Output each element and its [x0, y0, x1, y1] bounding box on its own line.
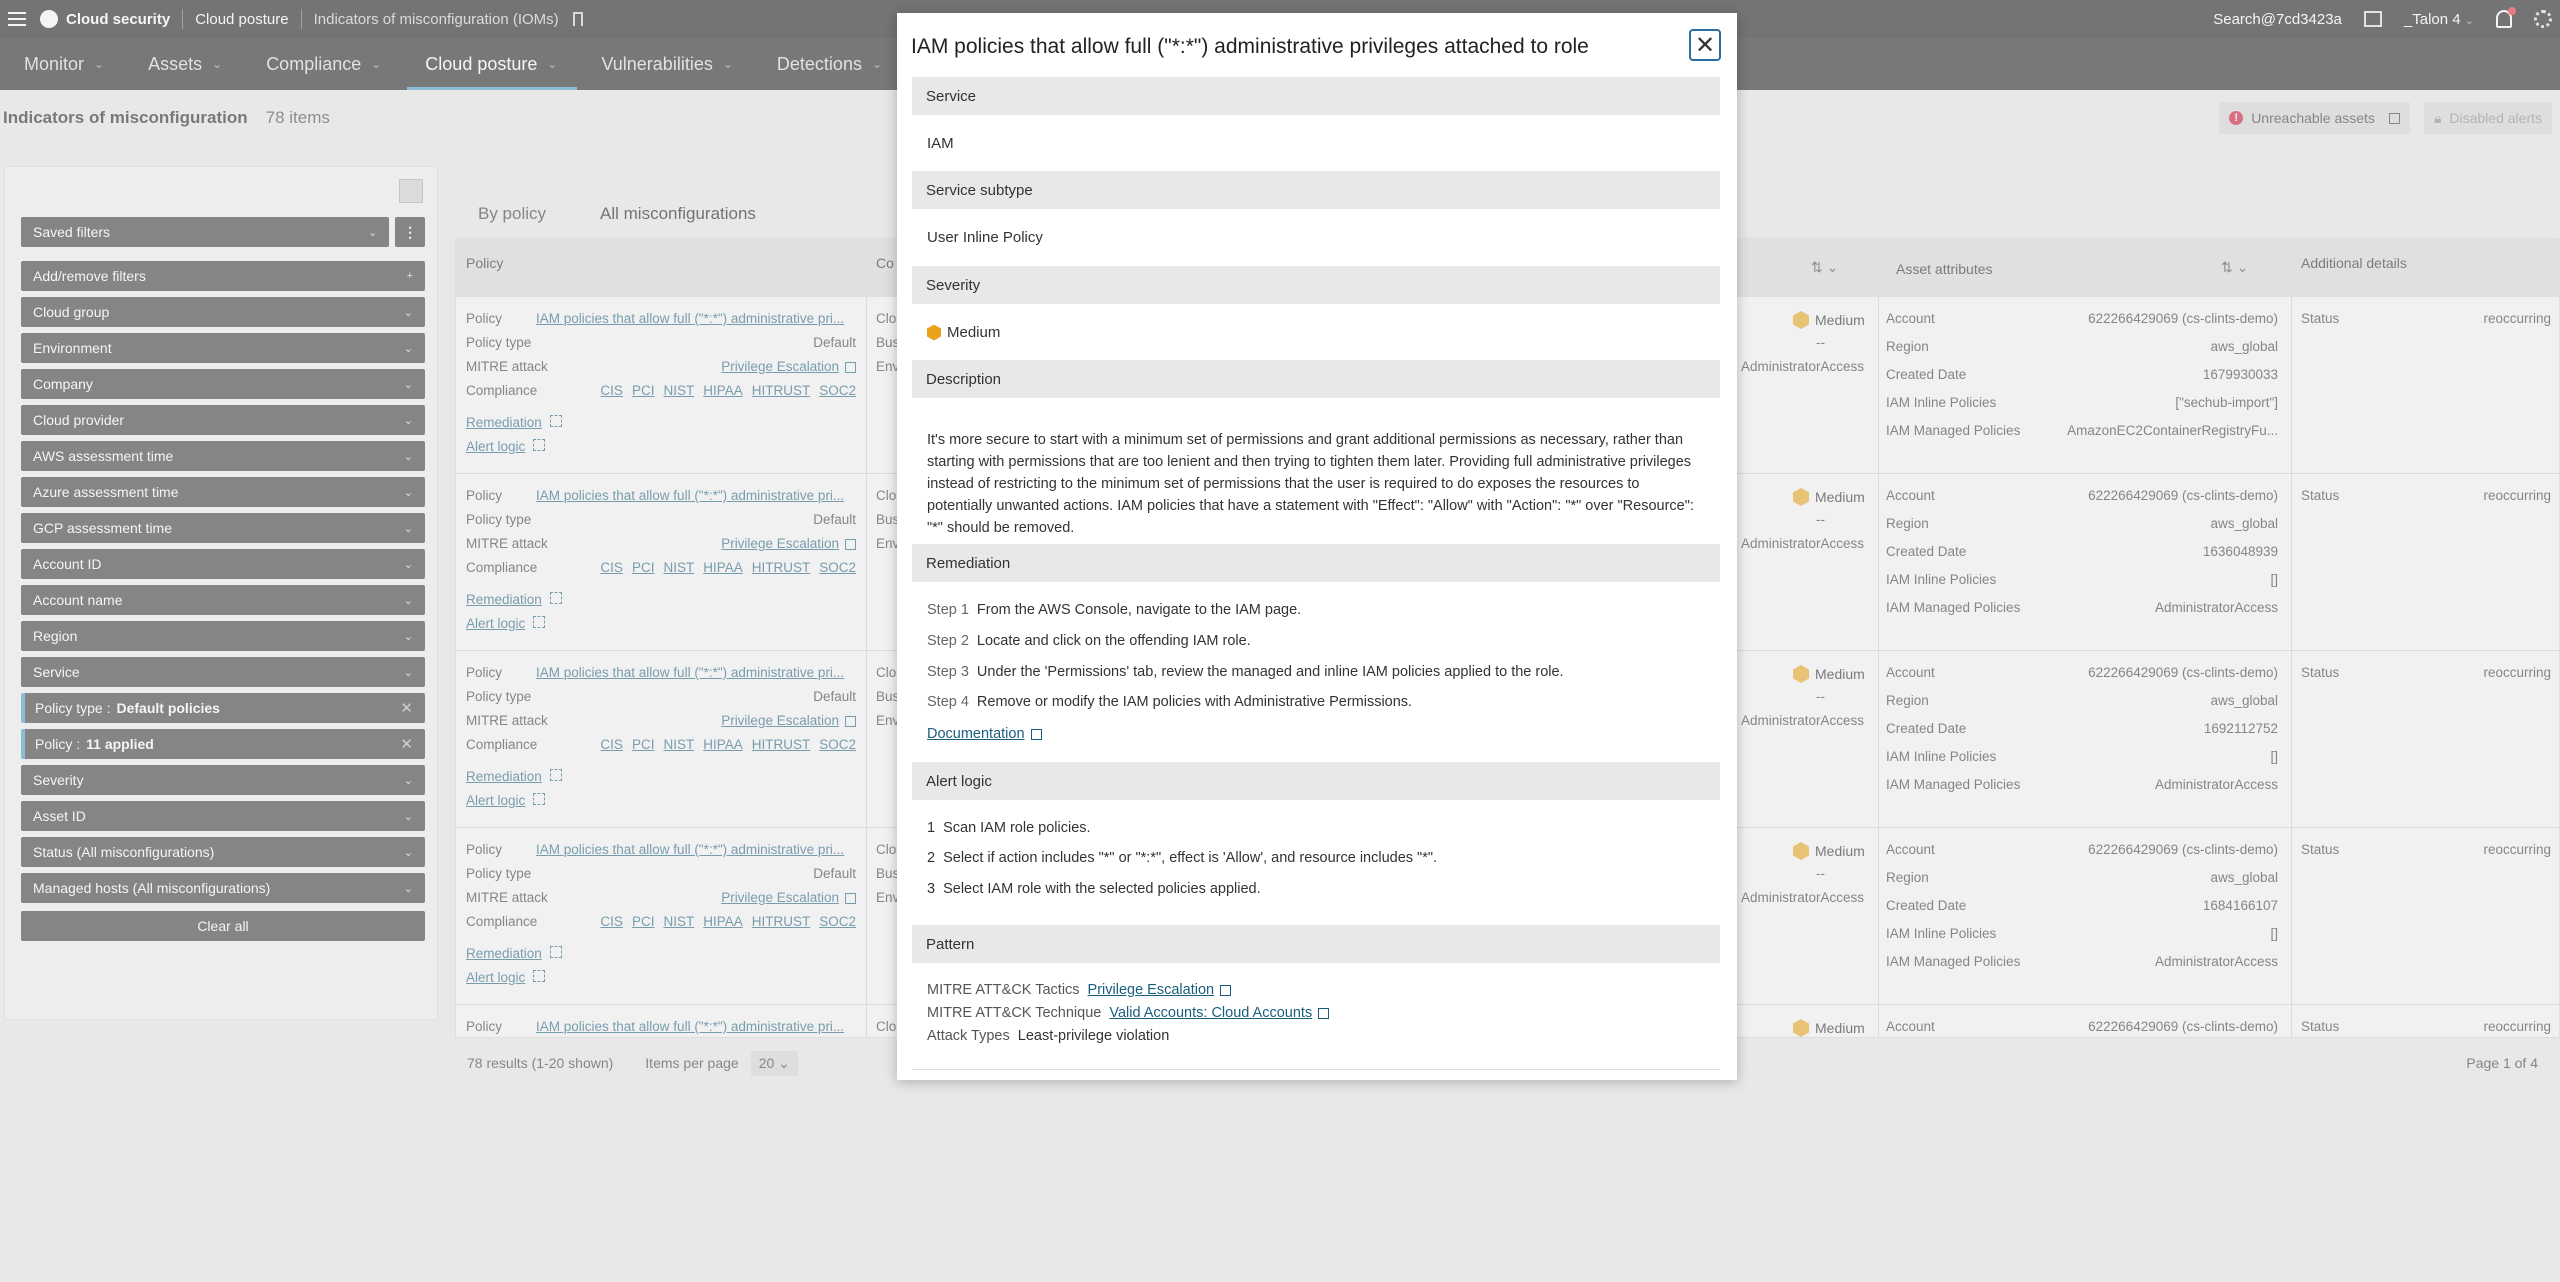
technique-link[interactable]: Valid Accounts: Cloud Accounts — [1109, 1005, 1312, 1021]
step-number: Step 2 — [927, 633, 969, 649]
service-value: IAM — [927, 135, 954, 152]
step-text: Remove or modify the IAM policies with A… — [976, 694, 1413, 710]
alert-logic-item: 3 Select IAM role with the selected polic… — [927, 881, 1261, 897]
severity-medium-icon — [927, 324, 941, 341]
external-link-icon — [1030, 728, 1042, 740]
section-description: Description — [912, 360, 1720, 398]
step-text: From the AWS Console, navigate to the IA… — [976, 602, 1302, 618]
pattern-key: MITRE ATT&CK Tactics — [927, 982, 1080, 998]
documentation-label: Documentation — [927, 726, 1025, 742]
pattern-key: MITRE ATT&CK Technique — [927, 1005, 1102, 1021]
item-text: Select IAM role with the selected polici… — [943, 881, 1261, 897]
close-icon[interactable]: ✕ — [1689, 29, 1721, 61]
section-remediation: Remediation — [912, 544, 1720, 582]
severity-value: Medium — [927, 324, 1000, 341]
attack-types-value: Least-privilege violation — [1017, 1028, 1170, 1044]
item-text: Select if action includes "*" or "*:*", … — [943, 850, 1438, 866]
external-link-icon — [1220, 984, 1232, 996]
remediation-step: Step 3 Under the 'Permissions' tab, revie… — [927, 664, 1564, 680]
modal-title: IAM policies that allow full ("*:*") adm… — [911, 35, 1589, 58]
remediation-step: Step 2 Locate and click on the offending … — [927, 633, 1251, 649]
external-link-icon — [1318, 1007, 1330, 1019]
step-text: Locate and click on the offending IAM ro… — [976, 633, 1251, 649]
section-alert-logic: Alert logic — [912, 762, 1720, 800]
severity-label: Medium — [947, 324, 1001, 341]
policy-details-modal: IAM policies that allow full ("*:*") adm… — [897, 13, 1737, 1080]
step-number: Step 3 — [927, 664, 969, 680]
service-subtype-value: User Inline Policy — [927, 229, 1043, 246]
divider — [912, 1069, 1720, 1070]
step-number: Step 1 — [927, 602, 969, 618]
tactics-link[interactable]: Privilege Escalation — [1088, 982, 1215, 998]
pattern-attack-types: Attack Types Least-privilege violation — [927, 1028, 1169, 1044]
item-number: 3 — [927, 881, 936, 897]
section-severity: Severity — [912, 266, 1720, 304]
section-service: Service — [912, 77, 1720, 115]
step-text: Under the 'Permissions' tab, review the … — [976, 664, 1564, 680]
step-number: Step 4 — [927, 694, 969, 710]
documentation-link[interactable]: Documentation — [927, 726, 1042, 742]
item-text: Scan IAM role policies. — [943, 820, 1091, 836]
remediation-step: Step 4 Remove or modify the IAM policies … — [927, 694, 1412, 710]
alert-logic-item: 2 Select if action includes "*" or "*:*",… — [927, 850, 1437, 866]
pattern-tactics: MITRE ATT&CK Tactics Privilege Escalation — [927, 982, 1232, 998]
section-pattern: Pattern — [912, 925, 1720, 963]
remediation-step: Step 1 From the AWS Console, navigate to … — [927, 602, 1301, 618]
pattern-technique: MITRE ATT&CK Technique Valid Accounts: Cl… — [927, 1005, 1330, 1021]
pattern-key: Attack Types — [927, 1028, 1010, 1044]
section-service-subtype: Service subtype — [912, 171, 1720, 209]
item-number: 1 — [927, 820, 936, 836]
item-number: 2 — [927, 850, 936, 866]
alert-logic-item: 1 Scan IAM role policies. — [927, 820, 1091, 836]
description-text: It's more secure to start with a minimum… — [927, 432, 1694, 536]
